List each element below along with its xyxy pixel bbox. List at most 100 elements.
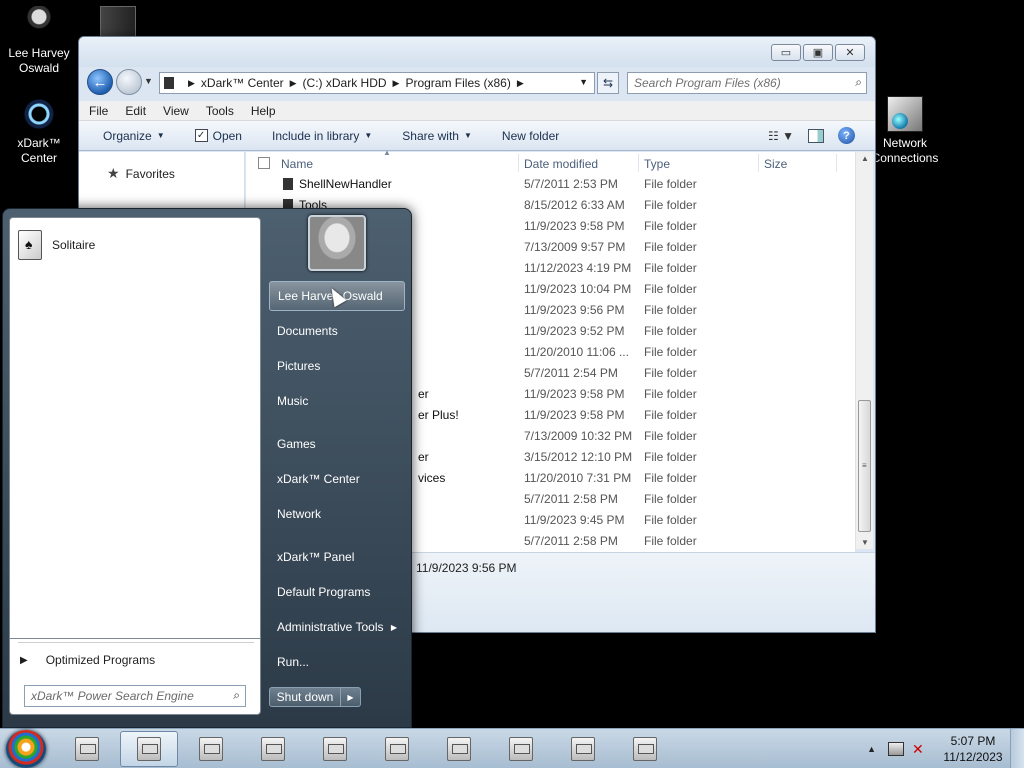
start-item-label: Administrative Tools <box>277 620 384 634</box>
file-type: File folder <box>644 366 697 380</box>
taskbar-item[interactable] <box>306 731 364 767</box>
scroll-up-icon[interactable]: ▲ <box>861 154 869 163</box>
start-search-input[interactable]: xDark™ Power Search Engine ⌕ <box>24 685 246 707</box>
vertical-scrollbar[interactable]: ▲ ≡ ▼ <box>855 152 873 549</box>
start-programs-list: Solitaire <box>9 217 261 639</box>
chevron-right-icon[interactable]: ▶ <box>290 78 297 89</box>
taskbar-item[interactable] <box>554 731 612 767</box>
shutdown-button[interactable]: Shut down <box>269 687 341 707</box>
desktop-icon-user[interactable]: Lee Harvey Oswald <box>0 6 78 76</box>
clock[interactable]: 5:07 PM 11/12/2023 <box>936 733 1010 765</box>
menu-help[interactable]: Help <box>251 104 276 118</box>
menu-edit[interactable]: Edit <box>125 104 146 118</box>
title-bar[interactable]: ▭ ▣ ✕ <box>79 37 875 67</box>
taskbar-item[interactable] <box>492 731 550 767</box>
start-item-run[interactable]: Run... <box>269 647 409 677</box>
maximize-button[interactable]: ▣ <box>803 44 833 61</box>
solitaire-icon <box>18 230 42 260</box>
menu-view[interactable]: View <box>163 104 189 118</box>
start-item-administrative-tools[interactable]: Administrative Tools ▶ <box>269 612 409 642</box>
organize-button[interactable]: Organize ▼ <box>103 129 165 143</box>
column-date-modified[interactable]: Date modified <box>524 157 598 171</box>
refresh-button[interactable]: ⇆ <box>597 72 619 94</box>
desktop-icon-xdark-center[interactable]: xDark™ Center <box>0 96 78 166</box>
show-desktop-button[interactable] <box>1010 729 1024 768</box>
desktop-icon-network-connections[interactable]: Network Connections <box>866 96 944 166</box>
column-size[interactable]: Size <box>764 157 787 171</box>
breadcrumb-item[interactable]: Program Files (x86) <box>405 76 510 90</box>
open-button[interactable]: ✓ Open <box>194 129 242 143</box>
minimize-button[interactable]: ▭ <box>771 44 801 61</box>
network-tray-icon[interactable] <box>888 742 904 756</box>
select-all-checkbox[interactable] <box>258 157 270 169</box>
search-icon[interactable]: ⌕ <box>855 75 862 90</box>
program-solitaire[interactable]: Solitaire <box>18 230 95 260</box>
back-button[interactable]: ← <box>87 69 113 95</box>
chevron-right-icon[interactable]: ▶ <box>517 78 524 89</box>
start-item-label: Network <box>277 507 322 521</box>
help-icon[interactable]: ? <box>838 127 855 144</box>
start-item-games[interactable]: Games <box>269 429 409 459</box>
taskbar-item[interactable] <box>430 731 488 767</box>
start-item-documents[interactable]: Documents <box>269 316 409 346</box>
start-item-default-programs[interactable]: Default Programs <box>269 577 409 607</box>
address-dropdown-icon[interactable]: ▼ <box>579 77 588 87</box>
start-item-network[interactable]: Network <box>269 499 409 529</box>
taskbar-item[interactable] <box>182 731 240 767</box>
chevron-right-icon: ▶ <box>390 622 397 632</box>
all-programs-button[interactable]: ▶ Optimized Programs <box>20 653 155 667</box>
volume-muted-icon[interactable]: ✕ <box>912 742 928 756</box>
forward-button[interactable] <box>116 69 142 95</box>
taskbar-item[interactable] <box>616 731 674 767</box>
search-icon[interactable]: ⌕ <box>233 688 240 703</box>
start-item-pictures[interactable]: Pictures <box>269 351 409 381</box>
shutdown-group: Shut down ▶ <box>269 687 363 707</box>
menu-file[interactable]: File <box>89 104 108 118</box>
shutdown-options-button[interactable]: ▶ <box>341 687 361 707</box>
breadcrumb-item[interactable]: (C:) xDark HDD <box>303 76 387 90</box>
file-type: File folder <box>644 408 697 422</box>
taskbar-item[interactable] <box>58 731 116 767</box>
show-hidden-icons-button[interactable]: ▲ <box>867 744 876 754</box>
share-with-button[interactable]: Share with ▼ <box>402 129 472 143</box>
address-bar[interactable]: ▶ xDark™ Center ▶ (C:) xDark HDD ▶ Progr… <box>159 72 595 94</box>
include-in-library-button[interactable]: Include in library ▼ <box>272 129 372 143</box>
chevron-down-icon: ▼ <box>364 131 373 140</box>
file-date: 8/15/2012 6:33 AM <box>524 198 625 212</box>
file-date: 11/9/2023 9:58 PM <box>524 219 625 233</box>
close-button[interactable]: ✕ <box>835 44 865 61</box>
menu-tools[interactable]: Tools <box>206 104 234 118</box>
start-item-music[interactable]: Music <box>269 386 409 416</box>
search-input[interactable]: Search Program Files (x86) ⌕ <box>627 72 867 94</box>
scroll-down-icon[interactable]: ▼ <box>861 538 869 547</box>
column-type[interactable]: Type <box>644 157 670 171</box>
star-icon: ★ <box>107 165 120 181</box>
share-label: Share with <box>402 128 459 143</box>
scrollbar-thumb[interactable]: ≡ <box>858 400 871 532</box>
start-item-xdark-panel[interactable]: xDark™ Panel <box>269 542 409 572</box>
file-date: 11/9/2023 9:58 PM <box>524 408 625 422</box>
desktop-icon-label: Lee Harvey Oswald <box>8 46 70 75</box>
file-type: File folder <box>644 429 697 443</box>
chevron-right-icon[interactable]: ▶ <box>188 78 195 89</box>
recent-pages-dropdown[interactable]: ▼ <box>144 76 153 86</box>
window-icon <box>261 737 285 761</box>
avatar[interactable] <box>308 215 366 271</box>
view-options-icon[interactable]: ☷ ▼ <box>768 129 794 143</box>
taskbar-item-active[interactable] <box>120 731 178 767</box>
window-icon <box>633 737 657 761</box>
breadcrumb-item[interactable]: xDark™ Center <box>201 76 284 90</box>
file-date: 5/7/2011 2:53 PM <box>524 177 618 191</box>
start-button[interactable] <box>6 730 46 768</box>
taskbar-item[interactable] <box>368 731 426 767</box>
start-item-xdark-center[interactable]: xDark™ Center <box>269 464 409 494</box>
chevron-right-icon[interactable]: ▶ <box>393 78 400 89</box>
nav-item-favorites[interactable]: ★ Favorites <box>107 165 175 182</box>
grip-icon: ≡ <box>862 461 867 470</box>
new-folder-button[interactable]: New folder <box>502 129 559 143</box>
shutdown-label: Shut down <box>276 690 334 704</box>
taskbar-item[interactable] <box>244 731 302 767</box>
preview-pane-icon[interactable] <box>808 128 824 143</box>
table-row[interactable]: ShellNewHandler 5/7/2011 2:53 PM File fold… <box>246 174 855 195</box>
column-name[interactable]: Name <box>281 157 313 171</box>
